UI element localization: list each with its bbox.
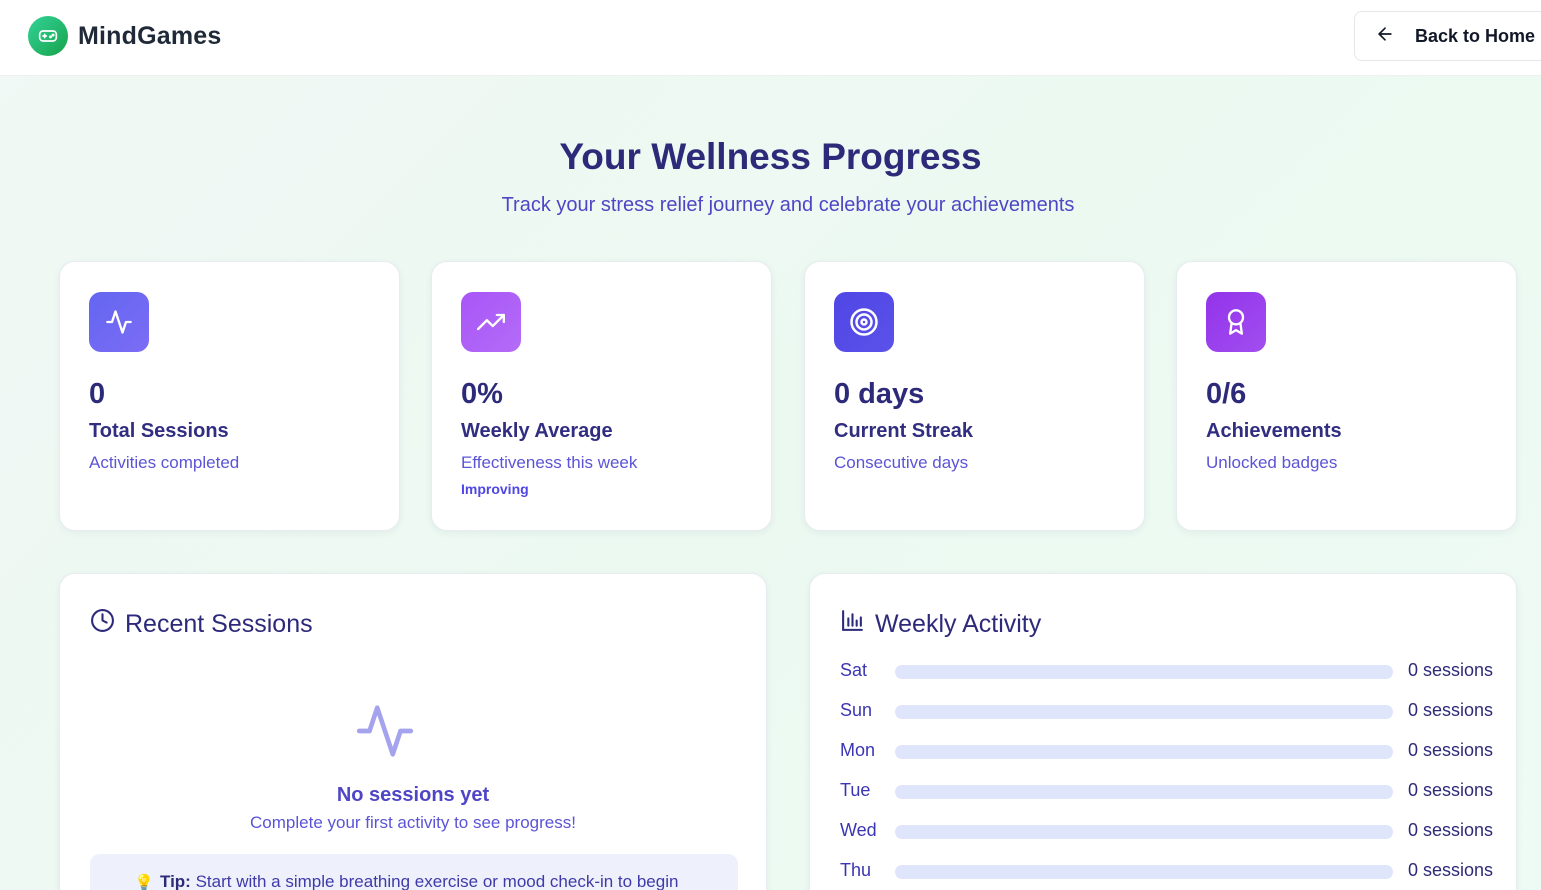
day-label: Thu [840, 860, 872, 880]
bar-chart-icon [840, 608, 865, 640]
stat-card-current-streak: 0 days Current Streak Consecutive days [804, 261, 1145, 531]
day-session-count: 0 sessions [1408, 660, 1494, 680]
award-icon [1206, 292, 1266, 352]
day-row-tue: Tue 0 sessions [840, 780, 1493, 804]
brand-name: MindGames [78, 21, 222, 50]
back-to-home-button[interactable]: Back to Home [1354, 11, 1541, 61]
day-progress-bar [895, 785, 1393, 799]
clock-icon [90, 608, 115, 640]
stat-value: 0 days [834, 378, 925, 410]
day-progress-bar [895, 745, 1393, 759]
recent-sessions-heading: Recent Sessions [125, 609, 313, 638]
day-session-count: 0 sessions [1408, 820, 1494, 840]
empty-state-title: No sessions yet [336, 784, 490, 806]
stat-value: 0% [461, 378, 503, 410]
trending-up-icon [461, 292, 521, 352]
stat-trend-badge: Improving [461, 481, 529, 497]
tip-box: 💡 Tip: Start with a simple breathing exe… [90, 854, 738, 890]
day-row-thu: Thu 0 sessions [840, 860, 1493, 884]
target-icon [834, 292, 894, 352]
recent-sessions-title: Recent Sessions [90, 608, 313, 640]
tip-label: Tip: [160, 872, 191, 890]
weekly-activity-title: Weekly Activity [840, 608, 1041, 640]
arrow-left-icon [1375, 24, 1395, 49]
day-session-count: 0 sessions [1408, 740, 1494, 760]
stat-card-weekly-average: 0% Weekly Average Effectiveness this wee… [431, 261, 772, 531]
stat-label: Weekly Average [461, 420, 613, 442]
stat-value: 0/6 [1206, 378, 1247, 410]
recent-sessions-panel: Recent Sessions No sessions yet Complete… [59, 573, 767, 890]
stat-card-achievements: 0/6 Achievements Unlocked badges [1176, 261, 1517, 531]
empty-state-description: Complete your first activity to see prog… [250, 813, 576, 832]
day-row-wed: Wed 0 sessions [840, 820, 1493, 844]
day-label: Mon [840, 740, 876, 760]
stat-description: Unlocked badges [1206, 453, 1338, 472]
activity-icon [89, 292, 149, 352]
back-to-home-label: Back to Home [1415, 25, 1536, 46]
day-row-mon: Mon 0 sessions [840, 740, 1493, 764]
day-label: Sun [840, 700, 873, 720]
stat-label: Achievements [1206, 420, 1342, 442]
stat-value: 0 [89, 378, 106, 410]
day-session-count: 0 sessions [1408, 780, 1494, 800]
gamepad-icon [28, 16, 68, 56]
lightbulb-icon: 💡 [134, 875, 154, 890]
stat-description: Activities completed [89, 453, 240, 472]
day-progress-bar [895, 705, 1393, 719]
day-row-sun: Sun 0 sessions [840, 700, 1493, 724]
page-subtitle: Track your stress relief journey and cel… [501, 194, 1075, 216]
stat-card-total-sessions: 0 Total Sessions Activities completed [59, 261, 400, 531]
day-label: Tue [840, 780, 871, 800]
page-title: Your Wellness Progress [559, 136, 982, 177]
day-row-sat: Sat 0 sessions [840, 660, 1493, 684]
stat-label: Total Sessions [89, 420, 229, 442]
stat-label: Current Streak [834, 420, 973, 442]
day-progress-bar [895, 665, 1393, 679]
day-session-count: 0 sessions [1408, 700, 1494, 720]
day-progress-bar [895, 825, 1393, 839]
brand[interactable]: MindGames [28, 16, 222, 56]
day-session-count: 0 sessions [1408, 860, 1494, 880]
activity-icon [354, 700, 416, 767]
top-header: MindGames Back to Home [0, 0, 1541, 76]
stat-description: Effectiveness this week [461, 453, 638, 472]
weekly-activity-panel: Weekly Activity Sat 0 sessions Sun 0 ses… [809, 573, 1517, 890]
day-label: Wed [840, 820, 877, 840]
day-label: Sat [840, 660, 868, 680]
day-progress-bar [895, 865, 1393, 879]
stat-description: Consecutive days [834, 453, 969, 472]
tip-text: Start with a simple breathing exercise o… [190, 872, 679, 890]
weekly-activity-heading: Weekly Activity [875, 609, 1042, 638]
